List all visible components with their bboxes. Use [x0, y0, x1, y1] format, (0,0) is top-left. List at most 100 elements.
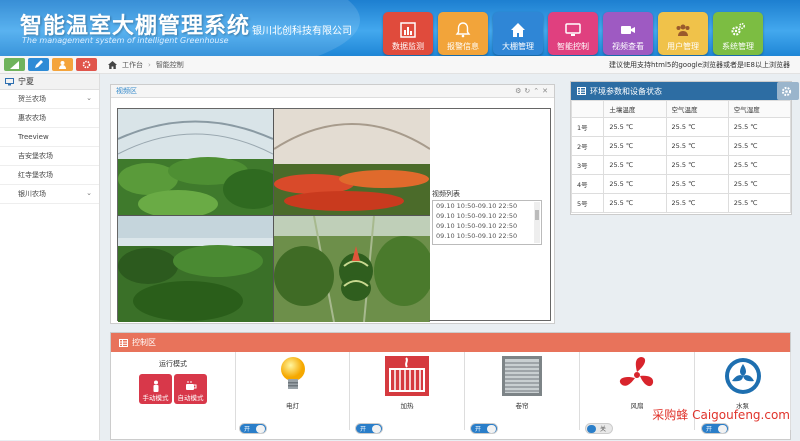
video-list-item[interactable]: 09.10 10:50-09.10 22:50	[433, 221, 541, 231]
chevron-down-icon: ⌄	[86, 189, 92, 197]
signal-icon	[10, 60, 19, 69]
settings-tool-button[interactable]	[76, 58, 97, 71]
chart-tool-button[interactable]	[4, 58, 25, 71]
refresh-icon[interactable]: ↻	[524, 87, 530, 95]
collapse-icon[interactable]: ⌃	[533, 87, 539, 95]
table-cell: 25.5 ℃	[665, 117, 729, 137]
video-icon	[621, 26, 635, 34]
video-feed-2[interactable]	[274, 109, 430, 215]
video-list-item[interactable]: 09.10 10:50-09.10 22:50	[433, 211, 541, 221]
env-panel: 环境参数和设备状态 土壤温度 空气温度 空气湿度 1号 25.5 ℃ 25.5 …	[570, 81, 799, 215]
watermark: 采购蜂 Caigoufeng.com	[652, 408, 790, 422]
shutter-switch[interactable]: 开	[470, 423, 498, 434]
switch-label: 开	[706, 426, 713, 433]
column-header	[570, 100, 605, 118]
table-cell: 25.5 ℃	[603, 174, 667, 194]
table-cell: 25.5 ℃	[603, 117, 667, 137]
switch-knob	[487, 425, 496, 433]
group-tool-button[interactable]	[52, 58, 73, 71]
heater-switch[interactable]: 开	[355, 423, 383, 434]
nav-system[interactable]: 系统管理	[713, 12, 763, 55]
gear-icon	[82, 60, 91, 69]
panel-tools: ⚙ ↻ ⌃ ✕	[515, 87, 548, 95]
sidebar-item-jianbao[interactable]: 吉安堡农场	[0, 147, 99, 166]
main-nav: 数据监测 报警信息 大棚管理 智能控制 视频查看 用户管理 系统管理	[383, 12, 768, 55]
lightbulb-icon	[278, 355, 308, 397]
table-cell: 25.5 ℃	[665, 136, 729, 156]
breadcrumb: 工作台 › 智能控制 建议使用支持html5的google浏览器或者是IE8以上…	[100, 56, 800, 74]
table-cell: 25.5 ℃	[727, 174, 792, 194]
video-list-item[interactable]: 09.10 10:50-09.10 22:50	[433, 201, 541, 211]
device-shutter-cell: 卷帘	[465, 352, 580, 430]
table-cell: 25.5 ℃	[727, 155, 792, 175]
fan-switch[interactable]: 关	[585, 423, 613, 434]
auto-mode-button[interactable]: 自动模式	[174, 374, 207, 404]
users-icon	[676, 24, 690, 36]
shutter-icon	[501, 355, 543, 399]
column-header: 土壤温度	[603, 100, 667, 118]
pump-icon	[723, 355, 763, 399]
nav-label: 系统管理	[722, 42, 754, 51]
video-grid	[117, 108, 430, 322]
table-cell: 25.5 ℃	[603, 136, 667, 156]
device-heater-cell: 加热	[350, 352, 465, 430]
manual-mode-label: 手动模式	[142, 394, 169, 402]
scrollbar-thumb[interactable]	[535, 210, 539, 220]
pump-switch[interactable]: 开	[701, 423, 729, 434]
edit-tool-button[interactable]	[28, 58, 49, 71]
table-cell: 25.5 ℃	[665, 193, 729, 213]
sidebar-item-treeview[interactable]: Treeview	[0, 128, 99, 147]
table-cell: 4号	[570, 174, 605, 194]
sidebar: 宁夏 贺兰农场 ⌄ 惠农农场 Treeview 吉安堡农场 红寺堡农场 银川农场 ⌄	[0, 74, 100, 440]
control-panel: 控制区 运行模式 手动模式 自动模式 电灯 加热 卷帘 风扇 水泵 开 开 开 …	[110, 332, 791, 440]
table-row: 5号 25.5 ℃ 25.5 ℃ 25.5 ℃	[570, 193, 792, 213]
sidebar-item-label: 贺兰农场	[18, 95, 46, 103]
settings-icon[interactable]: ⚙	[515, 87, 521, 95]
table-row: 3号 25.5 ℃ 25.5 ℃ 25.5 ℃	[570, 155, 792, 175]
gear-icon	[781, 86, 791, 96]
sidebar-item-helan[interactable]: 贺兰农场 ⌄	[0, 90, 99, 109]
app-header: 智能温室大棚管理系统 The management system of inte…	[0, 0, 800, 56]
env-settings-button[interactable]	[777, 82, 799, 100]
company-name: 银川北创科技有限公司	[252, 26, 352, 37]
video-list[interactable]: 09.10 10:50-09.10 22:50 09.10 10:50-09.1…	[432, 200, 542, 245]
scrollbar[interactable]	[534, 202, 540, 243]
video-list-item[interactable]: 09.10 10:50-09.10 22:50	[433, 231, 541, 241]
nav-alarm[interactable]: 报警信息	[438, 12, 488, 55]
video-feed-1[interactable]	[118, 109, 273, 215]
nav-smart-control[interactable]: 智能控制	[548, 12, 598, 55]
switch-knob	[372, 425, 381, 433]
pencil-icon	[35, 60, 43, 68]
greenhouse-image	[274, 216, 430, 322]
close-icon[interactable]: ✕	[542, 87, 548, 95]
table-header-row: 土壤温度 空气温度 空气湿度	[570, 100, 792, 118]
sidebar-item-huinong[interactable]: 惠农农场	[0, 109, 99, 128]
switch-knob	[587, 425, 596, 433]
video-feed-3[interactable]	[118, 216, 273, 322]
home-icon	[511, 23, 525, 37]
chevron-down-icon: ⌄	[86, 94, 92, 102]
video-feed-4[interactable]	[274, 216, 430, 322]
nav-greenhouse[interactable]: 大棚管理	[493, 12, 543, 55]
table-icon	[577, 87, 586, 95]
table-cell: 2号	[570, 136, 605, 156]
sidebar-item-hongsibao[interactable]: 红寺堡农场	[0, 166, 99, 185]
fan-icon	[618, 355, 656, 397]
nav-users[interactable]: 用户管理	[658, 12, 708, 55]
nav-data-monitor[interactable]: 数据监测	[383, 12, 433, 55]
nav-video[interactable]: 视频查看	[603, 12, 653, 55]
sidebar-region-header[interactable]: 宁夏	[0, 74, 99, 90]
monitor-icon	[5, 77, 14, 85]
table-cell: 3号	[570, 155, 605, 175]
table-row: 4号 25.5 ℃ 25.5 ℃ 25.5 ℃	[570, 174, 792, 194]
env-table: 土壤温度 空气温度 空气湿度 1号 25.5 ℃ 25.5 ℃ 25.5 ℃ 2…	[570, 100, 792, 213]
auto-mode-label: 自动模式	[177, 394, 204, 402]
bell-icon	[455, 22, 471, 38]
breadcrumb-home[interactable]: 工作台	[122, 60, 143, 70]
device-light-cell: 电灯	[236, 352, 350, 430]
manual-mode-button[interactable]: 手动模式	[139, 374, 172, 404]
sidebar-item-yinchuan[interactable]: 银川农场 ⌄	[0, 185, 99, 204]
home-icon[interactable]	[108, 60, 117, 69]
breadcrumb-separator: ›	[148, 60, 151, 69]
light-switch[interactable]: 开	[239, 423, 267, 434]
